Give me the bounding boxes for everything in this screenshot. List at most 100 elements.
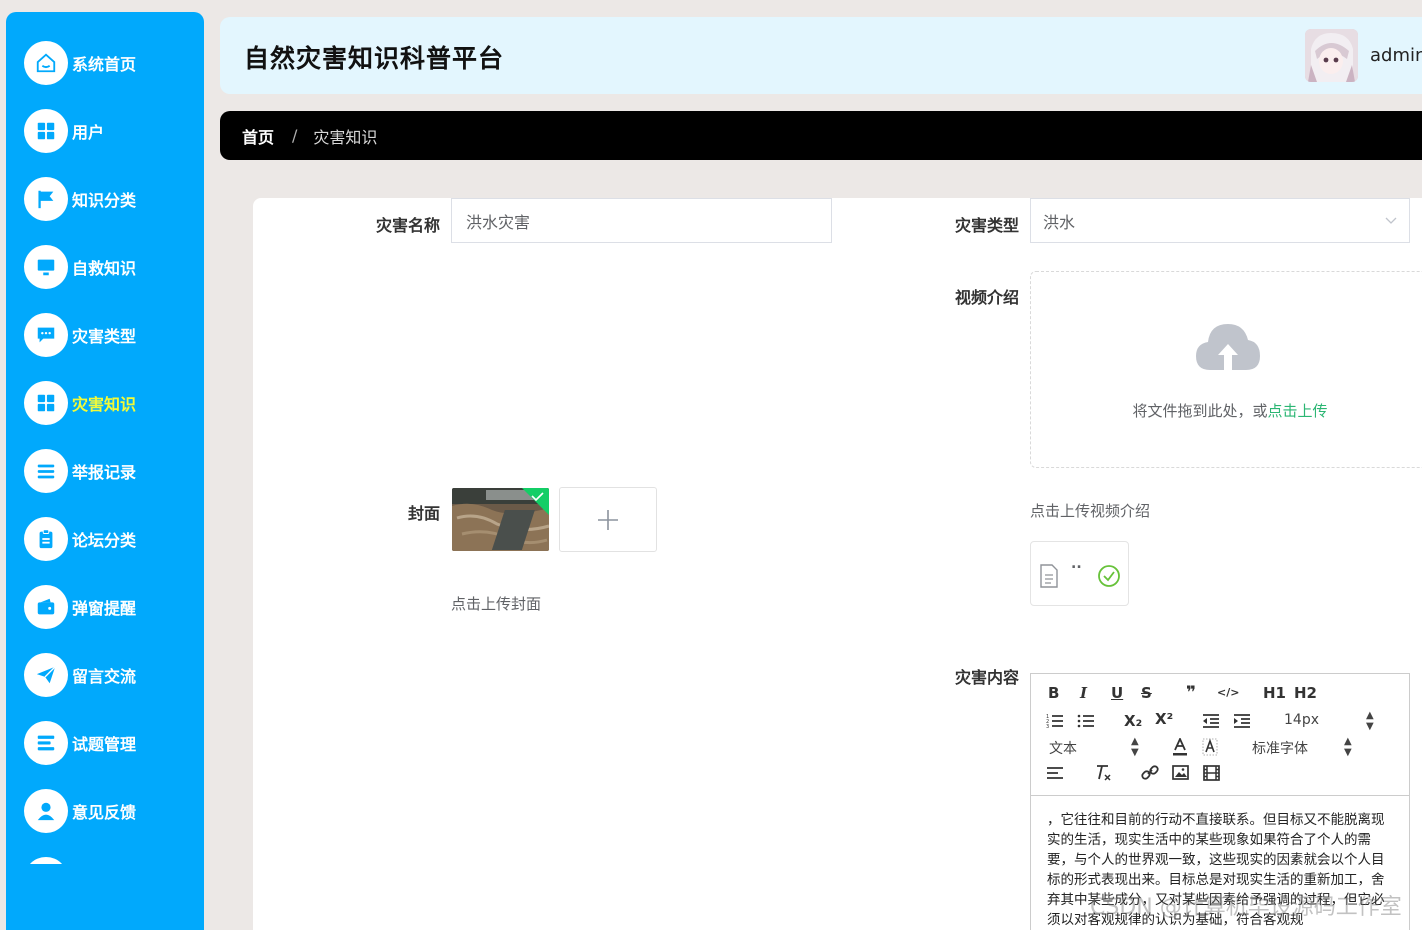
sidebar-item-forum-category[interactable]: 论坛分类 bbox=[24, 516, 136, 562]
check-circle-icon bbox=[1098, 565, 1120, 587]
breadcrumb-home[interactable]: 首页 bbox=[242, 124, 274, 148]
video-upload-dropzone[interactable]: 将文件拖到此处，或点击上传 bbox=[1030, 271, 1422, 468]
sidebar-item-feedback[interactable]: 意见反馈 bbox=[24, 788, 136, 834]
superscript-button[interactable]: X² bbox=[1155, 710, 1173, 728]
outdent-icon[interactable] bbox=[1202, 713, 1220, 729]
cover-image-flood bbox=[452, 488, 549, 551]
chat-icon bbox=[24, 313, 68, 357]
breadcrumb: 首页 / 灾害知识 bbox=[220, 111, 1422, 160]
sidebar-fade bbox=[6, 864, 204, 930]
sidebar-item-self-rescue[interactable]: 自救知识 bbox=[24, 244, 136, 290]
sidebar-item-home[interactable]: 系统首页 bbox=[24, 40, 136, 86]
font-size-value: 14px bbox=[1284, 712, 1319, 728]
link-icon[interactable] bbox=[1141, 765, 1159, 781]
video-icon[interactable] bbox=[1203, 765, 1220, 781]
sort-caret-icon: ▲ ▼ bbox=[1344, 736, 1352, 758]
text-type-value: 文本 bbox=[1049, 741, 1077, 757]
chevron-down-icon bbox=[1385, 217, 1397, 224]
subscript-button[interactable]: X₂ bbox=[1124, 712, 1142, 730]
video-label: 视频介绍 bbox=[954, 288, 1019, 307]
svg-text:3: 3 bbox=[1046, 724, 1049, 729]
wallet-icon bbox=[24, 585, 68, 629]
sidebar-item-label: 意见反馈 bbox=[72, 803, 137, 822]
editor-toolbar: B I U S ❞ </> H1 H2 123 X₂ X² 14px ▲ ▼ 文本… bbox=[1031, 674, 1409, 796]
content-label: 灾害内容 bbox=[954, 668, 1019, 687]
heading1-button[interactable]: H1 bbox=[1263, 684, 1286, 702]
breadcrumb-separator: / bbox=[292, 126, 298, 145]
bold-button[interactable]: B bbox=[1048, 684, 1059, 702]
grid-icon bbox=[24, 381, 68, 425]
image-icon[interactable] bbox=[1172, 765, 1189, 780]
code-block-button[interactable]: </> bbox=[1217, 686, 1239, 699]
cloud-upload-icon bbox=[1196, 324, 1260, 370]
background-color-icon[interactable] bbox=[1202, 738, 1218, 756]
clipboard-icon bbox=[24, 517, 68, 561]
font-family-select[interactable]: 标准字体 ▲ ▼ bbox=[1252, 736, 1352, 758]
sort-caret-icon: ▲ ▼ bbox=[1131, 736, 1139, 758]
sidebar-item-disaster-knowledge[interactable]: 灾害知识 bbox=[24, 380, 136, 426]
grid-icon bbox=[24, 109, 68, 153]
italic-button[interactable]: I bbox=[1080, 684, 1087, 702]
sidebar-item-report-records[interactable]: 举报记录 bbox=[24, 448, 136, 494]
name-input[interactable]: 洪水灾害 bbox=[451, 198, 832, 243]
sidebar-item-label: 自救知识 bbox=[72, 259, 137, 278]
text-color-icon[interactable] bbox=[1172, 738, 1188, 756]
username[interactable]: admin bbox=[1370, 45, 1422, 66]
text-type-select[interactable]: 文本 ▲ ▼ bbox=[1049, 736, 1139, 758]
video-file-name: .. bbox=[1071, 556, 1082, 572]
clear-format-icon[interactable] bbox=[1094, 764, 1112, 782]
sidebar-item-label: 知识分类 bbox=[72, 191, 137, 210]
user-icon bbox=[24, 789, 68, 833]
watermark: CSDN @计算机毕设源码工作室 bbox=[1090, 895, 1402, 920]
sidebar-item-label: 弹窗提醒 bbox=[72, 599, 137, 618]
sort-caret-icon: ▲ ▼ bbox=[1366, 710, 1374, 732]
document-icon bbox=[1040, 564, 1058, 588]
sidebar-item-label: 留言交流 bbox=[72, 667, 137, 686]
video-file-item[interactable]: .. bbox=[1030, 541, 1129, 606]
list-icon bbox=[24, 449, 68, 493]
font-size-select[interactable]: 14px ▲ ▼ bbox=[1284, 710, 1374, 732]
indent-icon[interactable] bbox=[1233, 713, 1251, 729]
align-left-icon[interactable] bbox=[1046, 766, 1064, 780]
video-upload-link[interactable]: 点击上传 bbox=[1268, 402, 1328, 420]
sidebar-item-popup-reminder[interactable]: 弹窗提醒 bbox=[24, 584, 136, 630]
sidebar-item-label: 试题管理 bbox=[72, 735, 137, 754]
add-cover-button[interactable] bbox=[559, 487, 657, 552]
send-icon bbox=[24, 653, 68, 697]
ordered-list-icon[interactable]: 123 bbox=[1046, 713, 1064, 729]
cover-image[interactable] bbox=[452, 488, 549, 551]
sidebar-item-users[interactable]: 用户 bbox=[24, 108, 104, 154]
font-family-value: 标准字体 bbox=[1252, 741, 1308, 757]
quote-button[interactable]: ❞ bbox=[1186, 683, 1196, 703]
type-label: 灾害类型 bbox=[954, 216, 1019, 235]
sidebar-item-label: 灾害类型 bbox=[72, 327, 137, 346]
form-card: 灾害名称 洪水灾害 灾害类型 洪水 视频介绍 将文件拖到此处，或点击上传 点击上… bbox=[253, 198, 1422, 930]
video-upload-text: 将文件拖到此处，或点击上传 bbox=[1031, 400, 1422, 421]
sidebar-item-label: 灾害知识 bbox=[72, 395, 137, 414]
sidebar-item-messages[interactable]: 留言交流 bbox=[24, 652, 136, 698]
cover-label: 封面 bbox=[407, 504, 440, 523]
sidebar-item-disaster-type[interactable]: 灾害类型 bbox=[24, 312, 136, 358]
sidebar-item-quiz-management[interactable]: 试题管理 bbox=[24, 720, 136, 766]
breadcrumb-current: 灾害知识 bbox=[313, 127, 378, 147]
sidebar: 系统首页 用户 知识分类 自救知识 灾害类型 灾害知识 举报记录 论坛分类 弹窗… bbox=[6, 12, 204, 930]
page-title: 自然灾害知识科普平台 bbox=[244, 44, 505, 73]
bullet-list-icon[interactable] bbox=[1077, 713, 1095, 729]
type-select[interactable]: 洪水 bbox=[1030, 198, 1410, 243]
strike-button[interactable]: S bbox=[1141, 684, 1152, 702]
sidebar-item-label: 系统首页 bbox=[72, 55, 137, 74]
underline-button[interactable]: U bbox=[1111, 684, 1123, 702]
video-tip: 点击上传视频介绍 bbox=[1030, 502, 1151, 520]
home-icon bbox=[24, 41, 68, 85]
sidebar-item-knowledge-category[interactable]: 知识分类 bbox=[24, 176, 136, 222]
avatar[interactable] bbox=[1305, 29, 1358, 82]
sidebar-item-label: 举报记录 bbox=[72, 463, 137, 482]
video-upload-hint: 将文件拖到此处，或 bbox=[1132, 402, 1268, 420]
name-input-value: 洪水灾害 bbox=[466, 212, 531, 232]
menu-icon bbox=[24, 721, 68, 765]
sidebar-item-label: 用户 bbox=[72, 123, 105, 142]
heading2-button[interactable]: H2 bbox=[1294, 684, 1317, 702]
plus-icon bbox=[598, 509, 618, 530]
type-select-value: 洪水 bbox=[1043, 212, 1076, 232]
flag-icon bbox=[24, 177, 68, 221]
